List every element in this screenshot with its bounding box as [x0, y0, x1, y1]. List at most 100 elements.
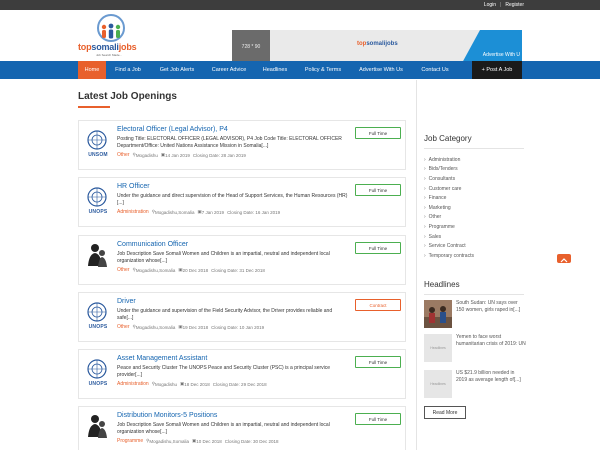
headlines-heading: Headlines [424, 280, 460, 289]
category-item[interactable]: › Programme [424, 222, 524, 232]
headline-text[interactable]: US $21.9 billion needed in 2019 as avera… [456, 370, 526, 384]
category-item[interactable]: › Consultants [424, 174, 524, 184]
category-item[interactable]: › Other [424, 213, 524, 223]
sidebar-rule [424, 294, 524, 295]
headline-item[interactable]: South Sudan: UN says over 150 women, gir… [424, 300, 524, 332]
job-card[interactable]: Distribution Monitors-5 Positions Job De… [78, 406, 406, 450]
category-item[interactable]: › Finance [424, 193, 524, 203]
job-card[interactable]: UNOPS HR Officer Under the guidance and … [78, 177, 406, 227]
job-type-badge[interactable]: Full Time [355, 242, 401, 254]
job-date: 19 Dec 2018 [182, 324, 209, 330]
category-item[interactable]: › Temporary contracts [424, 251, 524, 261]
headline-placeholder-thumb: Headlines [424, 334, 452, 362]
job-category[interactable]: Other [117, 152, 130, 158]
nav-advertise-with-us[interactable]: Advertise With Us [350, 61, 412, 79]
job-title-link[interactable]: Driver [117, 298, 136, 305]
nav-contact-us[interactable]: Contact Us [414, 61, 456, 79]
chevron-right-icon: › [424, 156, 426, 163]
nav-home[interactable]: Home [78, 61, 106, 79]
job-date: 10 Dec 2018 [196, 438, 222, 444]
headline-text[interactable]: South Sudan: UN says over 150 women, gir… [456, 300, 526, 314]
org-label: UNOPS [88, 381, 108, 387]
job-type-badge[interactable]: Full Time [355, 356, 401, 368]
women-silhouette-icon [84, 242, 110, 268]
read-more-button[interactable]: Read More [424, 406, 466, 419]
org-label: UNOPS [88, 209, 108, 215]
job-title-link[interactable]: HR Officer [117, 183, 150, 190]
job-type-badge[interactable]: Full Time [355, 184, 401, 196]
headline-item[interactable]: Headlines US $21.9 billion needed in 201… [424, 370, 524, 402]
category-item[interactable]: › Administration [424, 155, 524, 165]
chevron-right-icon: › [424, 175, 426, 182]
job-card[interactable]: Communication Officer Job Description Sa… [78, 235, 406, 285]
job-type-badge[interactable]: Full Time [355, 413, 401, 425]
banner-advertise-panel: Advertise With U [462, 30, 522, 63]
job-card[interactable]: UNOPS Driver Under the guidance and supe… [78, 292, 406, 342]
job-type-badge[interactable]: Contract [355, 299, 401, 311]
top-bar: Login | Register [0, 0, 600, 10]
job-category[interactable]: Administration [117, 209, 149, 215]
category-item[interactable]: › Bids/Tenders [424, 165, 524, 175]
logo-tagline: Job Search Made... [96, 53, 123, 57]
job-title-link[interactable]: Communication Officer [117, 241, 188, 248]
job-title-link[interactable]: Distribution Monitors-5 Positions [117, 412, 217, 419]
job-location: Mogadishu [135, 152, 158, 158]
chevron-right-icon: › [424, 185, 426, 192]
nav-career-advice[interactable]: Career Advice [206, 61, 252, 79]
nav-get-job-alerts[interactable]: Get Job Alerts [150, 61, 204, 79]
post-a-job-button[interactable]: + Post A Job [472, 61, 522, 79]
job-location: Mogadishu,Somalia [149, 438, 189, 444]
job-category-heading: Job Category [424, 134, 472, 143]
title-underline [78, 106, 110, 108]
job-description: Posting Title: ELECTORAL OFFICER (LEGAL … [117, 136, 342, 149]
job-meta: Other ⚲ Mogadishu ▣ 14 Jan 2019 Closing … [117, 152, 246, 158]
job-card[interactable]: UNSOM Electoral Officer (Legal Advisor),… [78, 120, 406, 170]
category-list: › Administration › Bids/Tenders › Consultan… [424, 155, 524, 261]
banner-logo: topsomalijobs [357, 41, 398, 47]
job-type-badge[interactable]: Full Time [355, 127, 401, 139]
chevron-right-icon: › [424, 252, 426, 259]
site-logo[interactable]: topsomalijobs Job Search Made... [78, 14, 170, 58]
job-card[interactable]: UNOPS Asset Management Assistant Peace a… [78, 349, 406, 399]
category-item[interactable]: › Customer care [424, 184, 524, 194]
chevron-up-icon [560, 250, 568, 268]
headline-item[interactable]: Headlines Yemen to face worst humanitari… [424, 334, 526, 366]
job-category[interactable]: Other [117, 324, 130, 330]
topbar-separator: | [500, 2, 502, 8]
job-category[interactable]: Administration [117, 381, 149, 387]
job-category[interactable]: Programme [117, 438, 143, 444]
un-emblem-icon [84, 299, 110, 325]
site-header: topsomalijobs Job Search Made... 728 * 9… [0, 10, 600, 63]
chevron-right-icon: › [424, 223, 426, 230]
main-nav: Home Find a Job Get Job Alerts Career Ad… [0, 61, 600, 79]
chevron-right-icon: › [424, 204, 426, 211]
login-link[interactable]: Login [484, 2, 496, 8]
headline-text[interactable]: Yemen to face worst humanitarian crisis … [456, 334, 526, 348]
job-meta: Administration ⚲ Mogadishu ▣ 18 Dec 2018… [117, 381, 267, 387]
job-description: Job Description Save Somali Women and Ch… [117, 422, 330, 435]
chevron-right-icon: › [424, 166, 426, 173]
chevron-right-icon: › [424, 233, 426, 240]
job-description: Job Description Save Somali Women and Ch… [117, 251, 330, 264]
job-location: Mogadishu [154, 381, 177, 387]
job-date: 14 Jan 2019 [165, 152, 190, 158]
job-description: Peace and Security Cluster The UNOPS Pea… [117, 365, 331, 378]
category-item[interactable]: › Sales [424, 232, 524, 242]
category-item[interactable]: › Marketing [424, 203, 524, 213]
job-category[interactable]: Other [117, 267, 130, 273]
job-meta: Administration ⚲ Mogadishu,Somalia ▣ 7 J… [117, 209, 280, 215]
headline-placeholder-thumb: Headlines [424, 370, 452, 398]
ad-banner[interactable]: 728 * 90 topsomalijobs Advertise With U [232, 30, 522, 63]
job-date: 7 Jan 2019 [201, 209, 225, 215]
scroll-to-top-button[interactable] [557, 254, 571, 263]
category-item[interactable]: › Service Contract [424, 241, 524, 251]
nav-policy-terms[interactable]: Policy & Terms [298, 61, 348, 79]
job-meta: Other ⚲ Mogadishu,Somalia ▣ 19 Dec 2018 … [117, 324, 264, 330]
register-link[interactable]: Register [505, 2, 524, 8]
job-closing-date: Closing Date: 31 Dec 2018 [211, 267, 265, 273]
job-meta: Programme ⚲ Mogadishu,Somalia ▣ 10 Dec 2… [117, 438, 279, 444]
job-title-link[interactable]: Asset Management Assistant [117, 355, 207, 362]
nav-headlines[interactable]: Headlines [254, 61, 296, 79]
job-title-link[interactable]: Electoral Officer (Legal Advisor), P4 [117, 126, 228, 133]
nav-find-a-job[interactable]: Find a Job [108, 61, 148, 79]
